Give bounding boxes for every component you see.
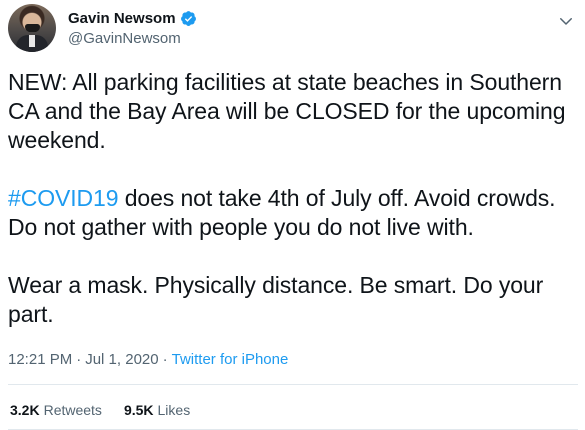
tweet: Gavin Newsom @GavinNewsom NEW: All parki… — [0, 0, 585, 430]
likes-count: 9.5K — [123, 402, 154, 418]
tweet-paragraph-3: Wear a mask. Physically distance. Be sma… — [8, 272, 544, 327]
likes-stat[interactable]: 9.5K Likes — [124, 402, 190, 418]
avatar[interactable] — [8, 4, 56, 52]
tweet-paragraph-1: NEW: All parking facilities at state bea… — [8, 69, 566, 153]
verified-badge-icon — [180, 11, 196, 26]
tweet-header: Gavin Newsom @GavinNewsom — [8, 4, 577, 54]
tweet-stats: 3.2K Retweets 9.5K Likes — [10, 402, 212, 418]
tweet-meta: 12:21 PM · Jul 1, 2020 · Twitter for iPh… — [8, 351, 288, 368]
meta-separator: · — [162, 351, 168, 368]
meta-separator: · — [76, 351, 82, 368]
avatar-shirt — [29, 35, 35, 47]
tweet-date[interactable]: Jul 1, 2020 — [85, 351, 158, 368]
retweets-count: 3.2K — [10, 402, 40, 418]
tweet-source-link[interactable]: Twitter for iPhone — [172, 351, 289, 368]
display-name[interactable]: Gavin Newsom — [68, 10, 176, 27]
likes-label: Likes — [157, 402, 191, 418]
retweets-label: Retweets — [43, 402, 102, 418]
tweet-paragraph-2: #COVID19 does not take 4th of July off. … — [8, 184, 578, 242]
avatar-mask — [25, 24, 40, 32]
chevron-down-icon — [560, 18, 572, 25]
tweet-time[interactable]: 12:21 PM — [8, 351, 72, 368]
retweets-stat[interactable]: 3.2K Retweets — [10, 402, 102, 418]
name-row: Gavin Newsom — [68, 10, 197, 27]
tweet-text: NEW: All parking facilities at state bea… — [8, 68, 578, 329]
divider — [8, 384, 578, 385]
handle[interactable]: @GavinNewsom — [68, 30, 181, 47]
more-options-button[interactable] — [555, 10, 577, 32]
hashtag-link[interactable]: #COVID19 — [8, 185, 119, 211]
